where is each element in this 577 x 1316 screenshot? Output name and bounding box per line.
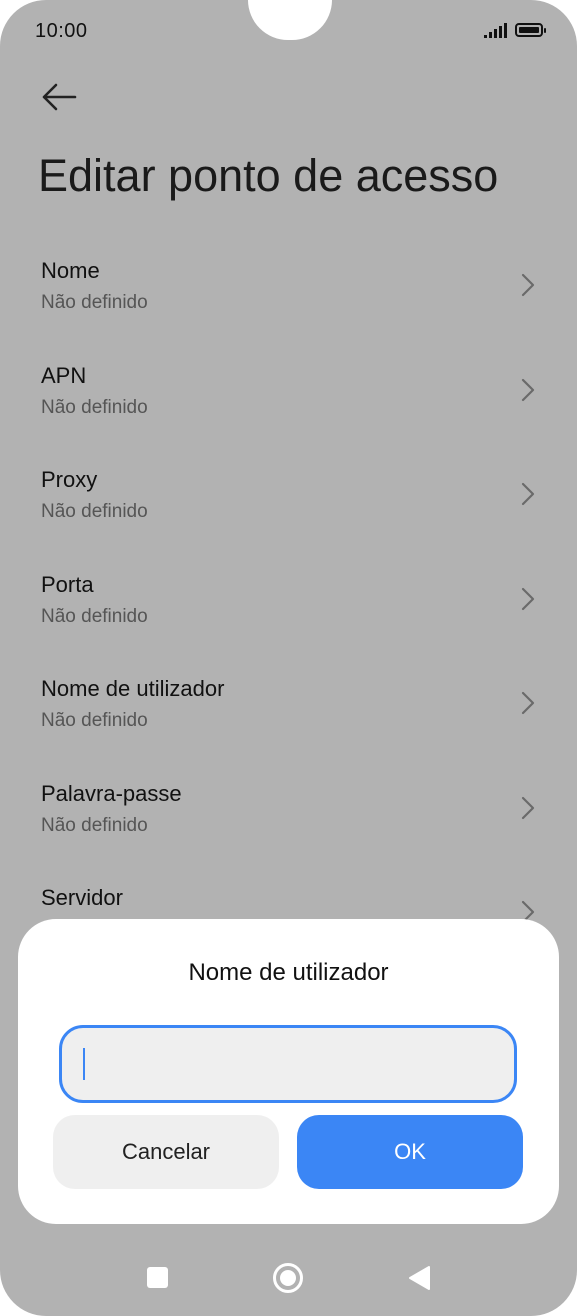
item-label: Palavra-passe [41, 780, 182, 806]
chevron-right-icon [521, 378, 535, 401]
item-label: Proxy [41, 467, 98, 492]
item-label: Porta [41, 571, 94, 597]
item-label: APN [41, 362, 87, 388]
item-value: Não definido [41, 396, 148, 418]
item-value: Não definido [41, 814, 148, 836]
item-value: Não definido [41, 292, 148, 313]
chevron-right-icon [521, 796, 535, 819]
recents-square-icon[interactable] [147, 1267, 168, 1288]
username-dialog: Nome de utilizador Cancelar OK [18, 919, 559, 1224]
item-label: Nome de utilizador [41, 676, 225, 701]
status-time: 10:00 [35, 20, 88, 42]
chevron-right-icon [521, 273, 535, 297]
item-label: Nome [41, 258, 100, 283]
cancel-button[interactable]: Cancelar [53, 1115, 279, 1189]
item-value: Não definido [41, 605, 148, 627]
camera-notch [248, 0, 332, 40]
chevron-right-icon [521, 482, 535, 506]
item-value: Não definido [41, 710, 148, 731]
list-item-porta[interactable]: Porta Não definido [0, 566, 577, 671]
list-item-apn[interactable]: APN Não definido [0, 357, 577, 462]
dialog-title: Nome de utilizador [188, 959, 389, 986]
chevron-right-icon [521, 587, 535, 610]
phone-screen: 10:00 Editar ponto de acesso Nome Não de… [0, 0, 577, 1316]
page-title: Editar ponto de acesso [38, 150, 499, 201]
list-item-nome-de-utilizador[interactable]: Nome de utilizador Não definido [0, 670, 577, 775]
ok-button[interactable]: OK [297, 1115, 523, 1189]
signal-icon [484, 22, 507, 38]
text-caret [83, 1048, 85, 1080]
settings-list: Nome Não definido APN Não definido Proxy… [0, 252, 577, 984]
username-input[interactable] [59, 1025, 517, 1103]
list-item-proxy[interactable]: Proxy Não definido [0, 461, 577, 566]
item-label: Servidor [41, 885, 123, 910]
back-triangle-icon[interactable] [407, 1265, 431, 1291]
battery-icon [515, 23, 546, 37]
status-icons [484, 22, 546, 38]
back-arrow-icon[interactable] [40, 80, 80, 114]
list-item-palavra-passe[interactable]: Palavra-passe Não definido [0, 775, 577, 880]
item-value: Não definido [41, 501, 148, 522]
home-circle-icon[interactable] [272, 1262, 304, 1294]
chevron-right-icon [521, 691, 535, 715]
list-item-nome[interactable]: Nome Não definido [0, 252, 577, 357]
